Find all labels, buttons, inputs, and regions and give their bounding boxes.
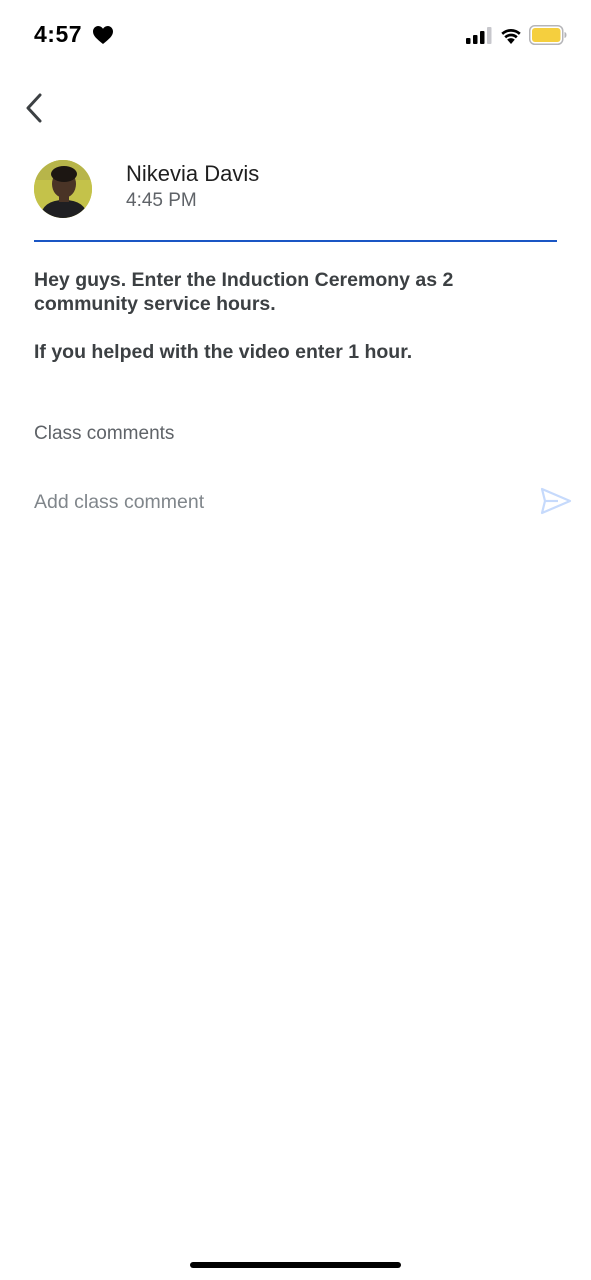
send-button[interactable] xyxy=(540,487,572,515)
class-comments-heading: Class comments xyxy=(34,423,175,444)
battery-icon xyxy=(529,25,567,45)
avatar-photo xyxy=(34,160,92,218)
send-icon xyxy=(540,487,572,515)
add-comment-input[interactable] xyxy=(34,488,514,516)
heart-icon xyxy=(93,26,113,44)
post-paragraph: If you helped with the video enter 1 hou… xyxy=(34,341,413,363)
post-detail-screen: 4:57 Nikevia Davis 4:45 PM Hey guys. Ent… xyxy=(0,0,591,1280)
header-divider xyxy=(34,240,557,242)
signal-icon xyxy=(466,27,492,44)
avatar xyxy=(34,160,92,218)
wifi-icon xyxy=(501,28,521,44)
status-time: 4:57 xyxy=(34,21,83,47)
back-button[interactable] xyxy=(14,86,54,130)
status-bar: 4:57 xyxy=(0,0,591,72)
post-body: Hey guys. Enter the Induction Ceremony a… xyxy=(34,268,554,388)
post-time: 4:45 PM xyxy=(126,190,197,211)
home-indicator xyxy=(190,1262,401,1268)
post-paragraph: Hey guys. Enter the Induction Ceremony a… xyxy=(34,269,454,315)
chevron-left-icon xyxy=(26,93,42,123)
author-name: Nikevia Davis xyxy=(126,161,260,186)
